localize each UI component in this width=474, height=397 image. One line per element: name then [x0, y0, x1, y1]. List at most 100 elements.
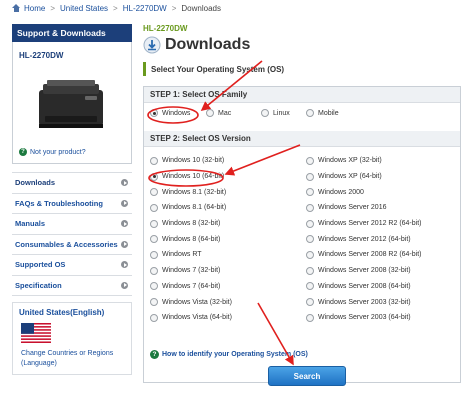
os-version-option[interactable]: Windows 7 (32-bit): [150, 263, 232, 279]
os-version-option[interactable]: Windows 7 (64-bit): [150, 279, 232, 295]
os-version-radio[interactable]: [306, 282, 314, 291]
os-version-label: Windows Server 2003 (32-bit): [318, 298, 411, 306]
radio-linux[interactable]: [261, 109, 269, 117]
os-version-label: Windows Vista (64-bit): [162, 314, 232, 322]
os-version-option[interactable]: Windows Server 2003 (64-bit): [306, 310, 422, 326]
model-tag: HL-2270DW: [143, 24, 188, 33]
os-version-radio[interactable]: [306, 250, 314, 259]
breadcrumb-home-label[interactable]: Home: [24, 4, 45, 13]
os-version-radio[interactable]: [150, 188, 158, 197]
os-version-option[interactable]: Windows 8.1 (32-bit): [150, 184, 232, 200]
os-version-radio[interactable]: [306, 219, 314, 228]
os-version-option[interactable]: Windows Server 2012 (64-bit): [306, 231, 422, 247]
os-version-option[interactable]: Windows 8 (64-bit): [150, 231, 232, 247]
os-version-radio[interactable]: [150, 250, 158, 259]
os-version-radio[interactable]: [306, 235, 314, 244]
os-version-radio[interactable]: [306, 313, 314, 322]
os-version-option[interactable]: Windows RT: [150, 247, 232, 263]
os-version-label: Windows 2000: [318, 188, 364, 196]
identify-os-link[interactable]: ? How to identify your Operating System …: [150, 350, 308, 359]
os-version-option[interactable]: Windows Vista (64-bit): [150, 310, 232, 326]
os-version-radio[interactable]: [150, 313, 158, 322]
os-version-label: Windows Server 2016: [318, 204, 387, 212]
os-version-option[interactable]: Windows Server 2016: [306, 200, 422, 216]
sidebar-header: Support & Downloads: [12, 24, 132, 42]
os-family-mobile[interactable]: Mobile: [306, 109, 351, 117]
os-version-option[interactable]: Windows XP (32-bit): [306, 153, 422, 169]
os-version-option[interactable]: Windows 8 (32-bit): [150, 216, 232, 232]
sidebar: Support & Downloads HL-2270DW ? Not your…: [12, 24, 132, 397]
os-version-radio[interactable]: [306, 203, 314, 212]
identify-os-label[interactable]: How to identify your Operating System (O…: [162, 351, 308, 358]
os-version-radio[interactable]: [150, 172, 158, 181]
sidebar-menu: Downloads FAQs & Troubleshooting Manuals…: [12, 172, 132, 296]
page-title: Downloads: [165, 36, 251, 53]
sidebar-item-specification[interactable]: Specification: [12, 275, 132, 296]
help-icon: ?: [19, 148, 27, 156]
change-region-label[interactable]: Change Countries or Regions (Language): [21, 350, 113, 367]
os-version-option[interactable]: Windows XP (64-bit): [306, 169, 422, 185]
sidebar-item-faqs[interactable]: FAQs & Troubleshooting: [12, 193, 132, 214]
os-version-option[interactable]: Windows Server 2008 (64-bit): [306, 279, 422, 295]
title-row: Downloads: [143, 36, 461, 54]
os-version-option[interactable]: Windows Server 2012 R2 (64-bit): [306, 216, 422, 232]
os-family-linux[interactable]: Linux: [261, 109, 306, 117]
os-version-option[interactable]: Windows 10 (32-bit): [150, 153, 232, 169]
os-family-label: Linux: [273, 109, 290, 117]
os-version-option[interactable]: Windows Server 2003 (32-bit): [306, 294, 422, 310]
region-box: United States(English) Change Countries …: [12, 302, 132, 375]
search-button[interactable]: Search: [268, 366, 346, 386]
os-version-radio[interactable]: [306, 298, 314, 307]
os-family-windows[interactable]: Windows: [150, 109, 206, 117]
os-version-option[interactable]: Windows Server 2008 R2 (64-bit): [306, 247, 422, 263]
radio-mac[interactable]: [206, 109, 214, 117]
os-version-radio[interactable]: [150, 235, 158, 244]
os-version-radio[interactable]: [150, 266, 158, 275]
os-version-radio[interactable]: [150, 156, 158, 165]
os-version-option[interactable]: Windows 10 (64-bit): [150, 169, 232, 185]
os-family-label: Mobile: [318, 109, 339, 117]
breadcrumb-country[interactable]: United States: [60, 4, 108, 13]
sidebar-item-manuals[interactable]: Manuals: [12, 214, 132, 235]
os-version-radio[interactable]: [306, 266, 314, 275]
os-family-mac[interactable]: Mac: [206, 109, 261, 117]
help-icon: ?: [150, 350, 159, 359]
printer-image: [39, 80, 103, 128]
home-icon: [12, 4, 21, 12]
os-version-option[interactable]: Windows 8.1 (64-bit): [150, 200, 232, 216]
not-your-product-link[interactable]: ? Not your product?: [19, 148, 86, 156]
os-family-label: Windows: [162, 109, 191, 117]
sidebar-item-label: Supported OS: [15, 260, 66, 270]
os-version-radio[interactable]: [306, 188, 314, 197]
os-version-radio[interactable]: [150, 282, 158, 291]
breadcrumb-model[interactable]: HL-2270DW: [123, 4, 167, 13]
step1-heading: STEP 1: Select OS Family: [144, 87, 460, 103]
os-version-radio[interactable]: [306, 172, 314, 181]
not-your-product-label[interactable]: Not your product?: [30, 149, 86, 156]
os-version-option[interactable]: Windows Server 2008 (32-bit): [306, 263, 422, 279]
sidebar-item-consumables[interactable]: Consumables & Accessories: [12, 234, 132, 255]
breadcrumb-separator: >: [50, 3, 56, 13]
product-box: HL-2270DW ? Not your product?: [12, 42, 132, 164]
os-version-label: Windows XP (32-bit): [318, 157, 382, 165]
os-version-radio[interactable]: [306, 156, 314, 165]
sidebar-item-label: FAQs & Troubleshooting: [15, 198, 103, 208]
os-version-option[interactable]: Windows Vista (32-bit): [150, 294, 232, 310]
menu-arrow-icon: [121, 281, 128, 289]
os-version-radio[interactable]: [150, 219, 158, 228]
radio-mobile[interactable]: [306, 109, 314, 117]
sidebar-item-supported-os[interactable]: Supported OS: [12, 255, 132, 276]
select-os-heading: Select Your Operating System (OS): [143, 62, 461, 76]
os-version-label: Windows Server 2012 (64-bit): [318, 235, 411, 243]
os-version-radio[interactable]: [150, 203, 158, 212]
radio-windows[interactable]: [150, 109, 158, 117]
menu-arrow-icon: [121, 179, 128, 187]
os-version-option[interactable]: Windows 2000: [306, 184, 422, 200]
sidebar-item-downloads[interactable]: Downloads: [12, 173, 132, 194]
breadcrumb-home[interactable]: Home: [12, 4, 45, 13]
os-version-label: Windows 10 (64-bit): [162, 173, 225, 181]
os-family-label: Mac: [218, 109, 232, 117]
menu-arrow-icon: [121, 199, 128, 207]
change-region-link[interactable]: Change Countries or Regions (Language): [21, 349, 126, 369]
os-version-radio[interactable]: [150, 298, 158, 307]
